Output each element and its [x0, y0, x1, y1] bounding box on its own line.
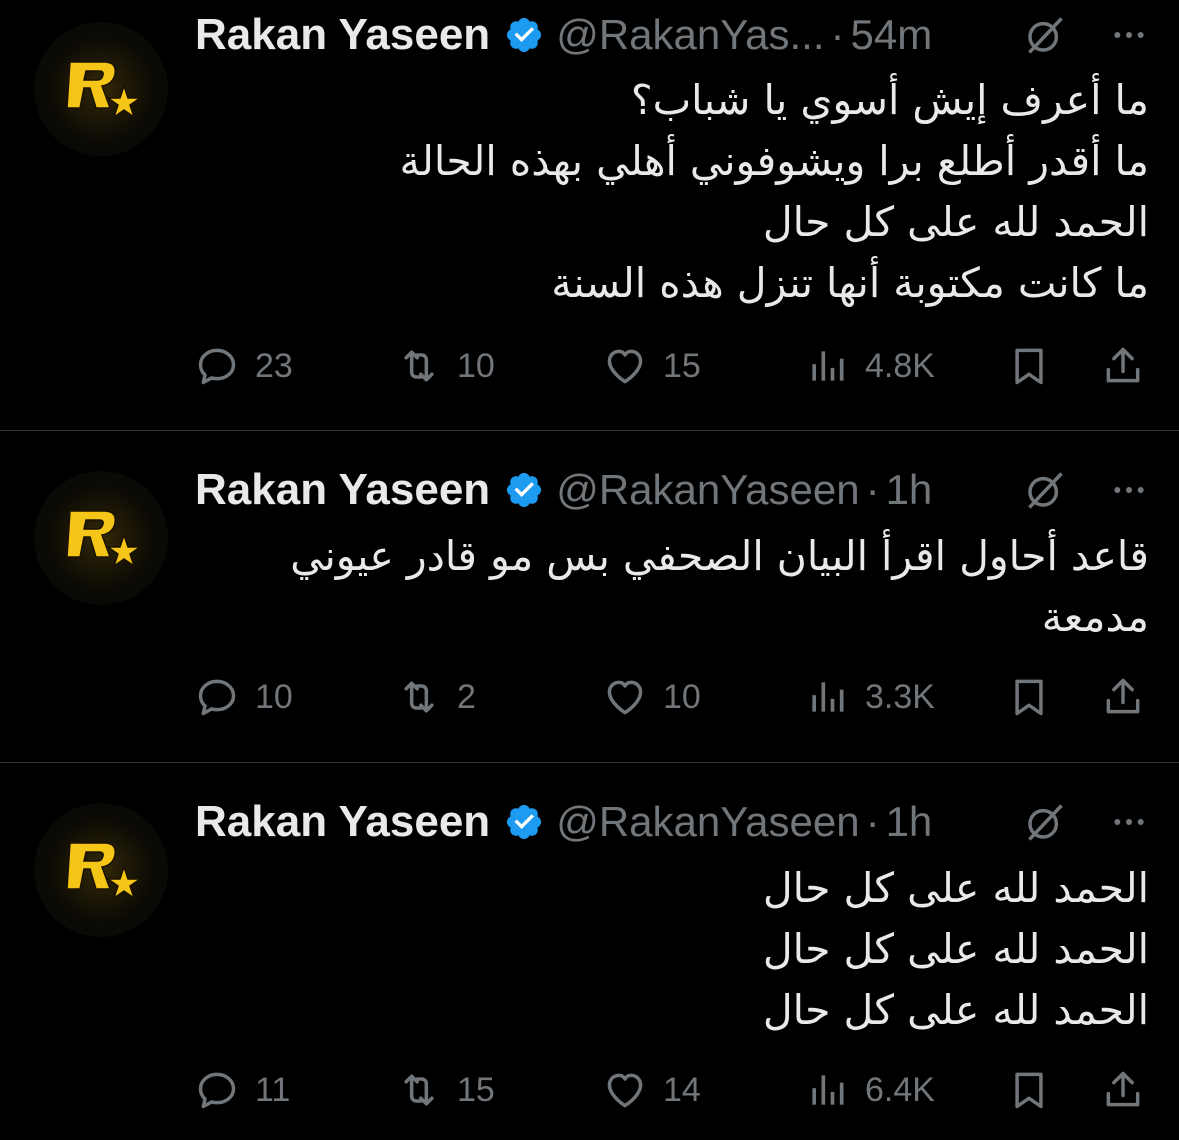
share-button[interactable]: [1101, 667, 1145, 727]
tweet-header: Rakan Yaseen @RakanYas... · 54m: [195, 5, 1149, 65]
tweet-line: ما كانت مكتوبة أنها تنزل هذه السنة: [551, 259, 1149, 307]
tweet-line: قاعد أحاول اقرأ البيان الصحفي بس مو قادر…: [290, 532, 1149, 580]
view-count: 6.4K: [865, 1070, 935, 1109]
heart-icon: [603, 344, 647, 388]
more-icon[interactable]: [1109, 470, 1149, 510]
share-button[interactable]: [1101, 1060, 1145, 1120]
bookmark-icon: [1007, 675, 1051, 719]
author-name[interactable]: Rakan Yaseen: [195, 465, 490, 515]
bookmark-icon: [1007, 344, 1051, 388]
repost-count: 15: [457, 1070, 495, 1109]
tweet-timestamp[interactable]: 1h: [886, 798, 933, 846]
tweet-line: الحمد لله على كل حال: [762, 986, 1149, 1034]
share-icon: [1101, 344, 1145, 388]
like-count: 14: [663, 1070, 701, 1109]
repost-icon: [397, 675, 441, 719]
repost-button[interactable]: 2: [397, 667, 476, 727]
tweet-line: الحمد لله على كل حال: [762, 925, 1149, 973]
rockstar-logo-icon: [34, 803, 168, 937]
share-button[interactable]: [1101, 336, 1145, 396]
reply-button[interactable]: 23: [195, 336, 293, 396]
grok-icon[interactable]: [1023, 13, 1067, 57]
tweet-line: مدمعة: [1041, 593, 1149, 641]
heart-icon: [603, 675, 647, 719]
view-count: 4.8K: [865, 346, 935, 385]
tweet-text: ما أعرف إيش أسوي يا شباب؟ ما أقدر أطلع ب…: [195, 70, 1149, 314]
view-count: 3.3K: [865, 677, 935, 716]
tweet-timestamp[interactable]: 54m: [851, 11, 933, 59]
like-button[interactable]: 15: [603, 336, 701, 396]
bookmark-icon: [1007, 1068, 1051, 1112]
share-icon: [1101, 675, 1145, 719]
tweet[interactable]: Rakan Yaseen @RakanYaseen · 1h الحمد لله…: [0, 763, 1179, 1140]
tweet-actions: 23 10 15 4.8K: [195, 336, 1149, 396]
views-chart-icon: [805, 1068, 849, 1112]
author-name[interactable]: Rakan Yaseen: [195, 10, 490, 60]
avatar[interactable]: [34, 471, 168, 605]
reply-button[interactable]: 11: [195, 1060, 290, 1120]
tweet-actions: 10 2 10 3.3K: [195, 667, 1149, 727]
tweet-line: الحمد لله على كل حال: [762, 864, 1149, 912]
rockstar-logo-icon: [34, 22, 168, 156]
tweet-text: الحمد لله على كل حال الحمد لله على كل حا…: [195, 858, 1149, 1041]
bookmark-button[interactable]: [1007, 1060, 1051, 1120]
grok-icon[interactable]: [1023, 800, 1067, 844]
like-button[interactable]: 10: [603, 667, 701, 727]
views-button[interactable]: 4.8K: [805, 336, 935, 396]
tweet-header: Rakan Yaseen @RakanYaseen · 1h: [195, 792, 1149, 852]
reply-icon: [195, 1068, 239, 1112]
reply-count: 10: [255, 677, 293, 716]
reply-count: 11: [255, 1070, 291, 1109]
tweet-timestamp[interactable]: 1h: [886, 466, 933, 514]
rockstar-logo-icon: [34, 471, 168, 605]
avatar[interactable]: [34, 803, 168, 937]
repost-button[interactable]: 15: [397, 1060, 495, 1120]
heart-icon: [603, 1068, 647, 1112]
bookmark-button[interactable]: [1007, 336, 1051, 396]
views-button[interactable]: 3.3K: [805, 667, 935, 727]
grok-icon[interactable]: [1023, 468, 1067, 512]
tweet[interactable]: Rakan Yaseen @RakanYas... · 54m ما أعرف …: [0, 0, 1179, 431]
tweet-line: ما أقدر أطلع برا ويشوفوني أهلي بهذه الحا…: [399, 137, 1149, 185]
repost-count: 10: [457, 346, 495, 385]
tweet[interactable]: Rakan Yaseen @RakanYaseen · 1h قاعد أحاو…: [0, 431, 1179, 763]
reply-icon: [195, 344, 239, 388]
tweet-text: قاعد أحاول اقرأ البيان الصحفي بس مو قادر…: [195, 526, 1149, 648]
more-icon[interactable]: [1109, 15, 1149, 55]
verified-badge-icon: [504, 802, 544, 842]
repost-icon: [397, 344, 441, 388]
like-count: 10: [663, 677, 701, 716]
verified-badge-icon: [504, 15, 544, 55]
views-chart-icon: [805, 344, 849, 388]
author-handle[interactable]: @RakanYaseen: [556, 798, 859, 846]
like-button[interactable]: 14: [603, 1060, 701, 1120]
repost-icon: [397, 1068, 441, 1112]
repost-button[interactable]: 10: [397, 336, 495, 396]
avatar[interactable]: [34, 22, 168, 156]
separator-dot: ·: [830, 11, 845, 58]
separator-dot: ·: [865, 798, 880, 845]
author-handle[interactable]: @RakanYas...: [556, 11, 824, 59]
reply-icon: [195, 675, 239, 719]
views-button[interactable]: 6.4K: [805, 1060, 935, 1120]
share-icon: [1101, 1068, 1145, 1112]
tweet-line: الحمد لله على كل حال: [762, 198, 1149, 246]
repost-count: 2: [457, 677, 476, 716]
bookmark-button[interactable]: [1007, 667, 1051, 727]
reply-count: 23: [255, 346, 293, 385]
reply-button[interactable]: 10: [195, 667, 293, 727]
separator-dot: ·: [865, 466, 880, 513]
author-handle[interactable]: @RakanYaseen: [556, 466, 859, 514]
more-icon[interactable]: [1109, 802, 1149, 842]
author-name[interactable]: Rakan Yaseen: [195, 797, 490, 847]
tweet-header: Rakan Yaseen @RakanYaseen · 1h: [195, 460, 1149, 520]
like-count: 15: [663, 346, 701, 385]
tweet-actions: 11 15 14 6.4K: [195, 1060, 1149, 1120]
tweet-line: ما أعرف إيش أسوي يا شباب؟: [630, 76, 1149, 124]
views-chart-icon: [805, 675, 849, 719]
verified-badge-icon: [504, 470, 544, 510]
